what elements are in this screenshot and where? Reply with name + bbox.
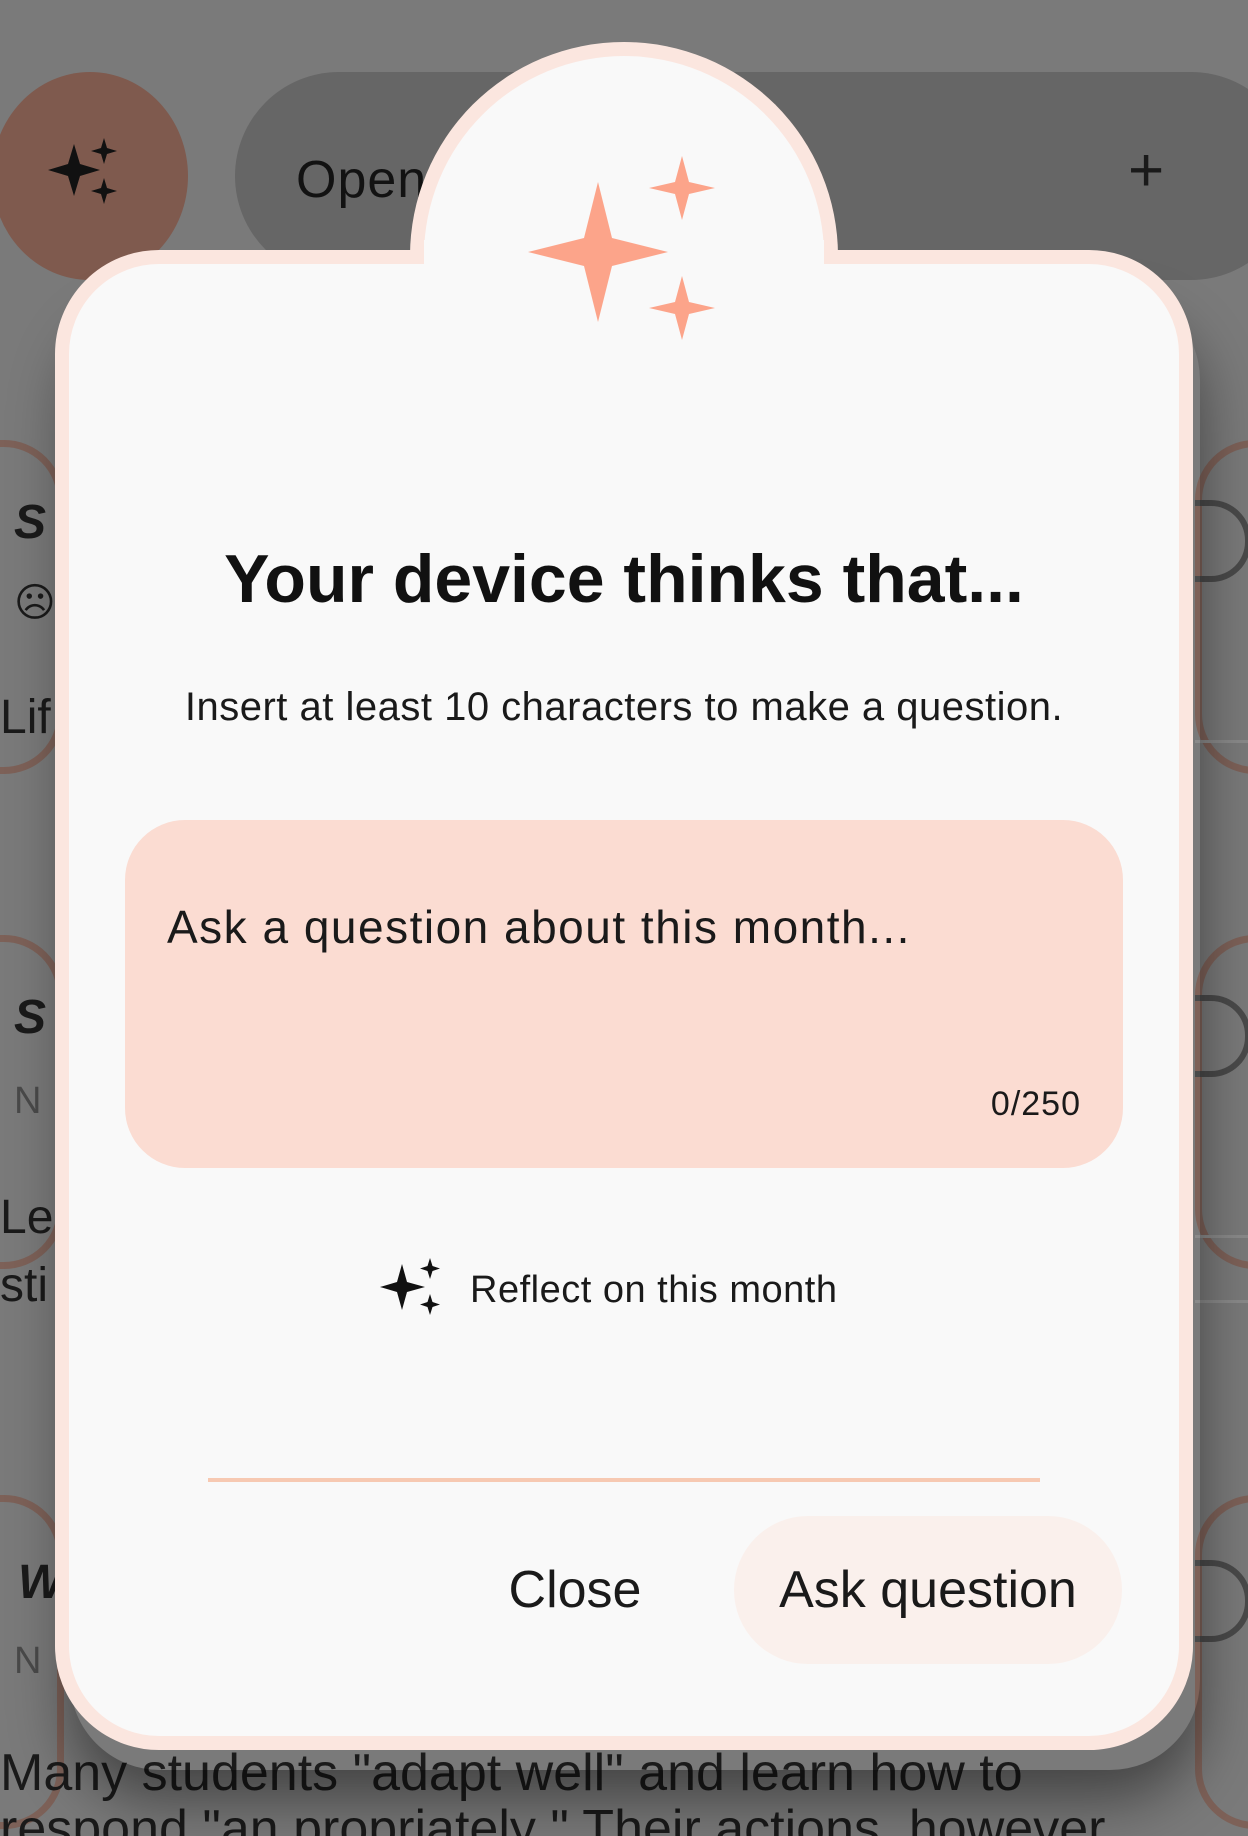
sparkles-icon (380, 1258, 440, 1315)
sparkles-icon (528, 156, 715, 340)
background-plus-icon: + (1128, 136, 1165, 205)
app-root: Open + S ☹ Lif S N Le sti W N Many stude… (0, 0, 1248, 1836)
background-divider (1195, 740, 1248, 743)
close-button[interactable]: Close (470, 1520, 680, 1660)
question-field[interactable]: 0/250 (125, 820, 1123, 1168)
dialog-divider (208, 1478, 1040, 1482)
background-card-edge (1195, 935, 1248, 1269)
background-divider (1195, 1300, 1248, 1303)
dialog-hint: Insert at least 10 characters to make a … (184, 685, 1064, 729)
background-card-title: S (14, 991, 47, 1044)
background-divider (1195, 1235, 1248, 1238)
ask-question-button[interactable]: Ask question (734, 1516, 1122, 1664)
char-counter: 0/250 (990, 1085, 1081, 1123)
background-card-subtitle: N (14, 1640, 42, 1682)
background-open-label: Open (296, 151, 428, 209)
dialog-title: Your device thinks that... (224, 541, 1024, 617)
background-sparkles-button (0, 72, 188, 280)
background-entry-line: respond "an propriately " Their actions,… (0, 1800, 1106, 1836)
background-card-subtitle: N (14, 1080, 42, 1122)
sparkles-icon (48, 138, 117, 204)
background-card-text: Le (0, 1191, 54, 1244)
reflect-on-month-button[interactable]: Reflect on this month (380, 1250, 837, 1330)
background-card-edge (1195, 1495, 1248, 1829)
reflect-on-month-label: Reflect on this month (470, 1268, 838, 1311)
background-card-text: sti (0, 1259, 48, 1312)
question-input[interactable] (167, 900, 1067, 954)
